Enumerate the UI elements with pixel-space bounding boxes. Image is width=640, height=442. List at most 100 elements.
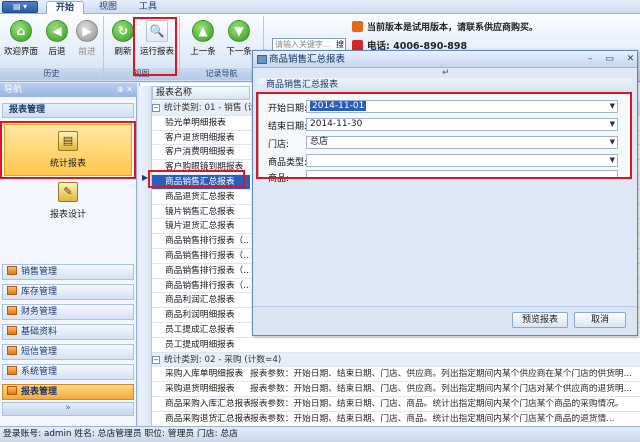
report-name-cell: 商品销售排行报表（...: [165, 280, 250, 291]
back-button[interactable]: ◀ 后退: [40, 20, 74, 64]
cancel-button[interactable]: 取消: [574, 312, 626, 328]
report-desc-cell: 报表参数：开始日期、结束日期、门店、商品。统计出指定期间内某个门店某个商品的退货…: [250, 413, 615, 424]
nav-more-button[interactable]: »: [2, 402, 134, 416]
dialog-window-controls[interactable]: – ▭ ✕: [588, 51, 639, 68]
folder-icon: [7, 366, 17, 375]
run-report-label: 运行报表: [139, 47, 174, 57]
dialog-title[interactable]: 商品销售汇总报表: [253, 51, 637, 68]
end-date-label: 结束日期:: [268, 122, 308, 132]
report-name-cell: 采购入库单明细报表: [165, 369, 244, 380]
welcome-label: 欢迎界面: [4, 47, 39, 57]
report-name-cell: 商品利润明细报表: [165, 310, 235, 321]
end-date-field[interactable]: 2014-11-30 ▼: [306, 118, 618, 131]
table-row[interactable]: 员工提成明细报表: [152, 338, 640, 353]
prev-record-button[interactable]: ▲ 上一条: [186, 20, 220, 64]
table-row[interactable]: 商品采购退货汇总报表报表参数：开始日期、结束日期、门店、商品。统计出指定期间内某…: [152, 412, 640, 427]
collapse-icon[interactable]: −: [152, 355, 160, 364]
product-type-label: 商品类型:: [268, 158, 308, 168]
nav-category-system[interactable]: 系统管理: [2, 364, 134, 380]
forward-arrow-icon: ▶: [76, 20, 98, 42]
dropdown-arrow-icon[interactable]: ▼: [610, 119, 615, 130]
tab-tools[interactable]: 工具: [130, 1, 166, 14]
dialog-panel-title: 商品销售汇总报表: [258, 78, 632, 93]
nav-pin-close-icon[interactable]: ⊕ ✕: [117, 83, 133, 97]
next-record-button[interactable]: ▼ 下一条: [222, 20, 256, 64]
down-arrow-icon: ▼: [228, 20, 250, 42]
dropdown-arrow-icon[interactable]: ▼: [610, 101, 615, 112]
group-title: 统计类别: 02 - 采购 (计数=4): [164, 354, 282, 365]
nav-category-basic-data[interactable]: 基础资料: [2, 324, 134, 340]
view-group-label: 视图: [104, 68, 179, 80]
table-row[interactable]: 采购退货明细报表 报表参数：开始日期、结束日期、门店、供应商。列出指定期间内某个门…: [152, 382, 640, 397]
refresh-icon: ↻: [112, 20, 134, 42]
tab-home[interactable]: 开始: [46, 1, 85, 14]
nav-category-label: 短信管理: [21, 347, 58, 357]
history-group-label: 历史: [0, 68, 103, 80]
table-row[interactable]: 采购入库单明细报表 报表参数：开始日期、结束日期、门店、供应商。列出指定期间内某个…: [152, 367, 640, 383]
report-name-cell: 商品销售排行报表（...: [165, 265, 250, 276]
back-arrow-icon: ◀: [46, 20, 68, 42]
report-desc-cell: 报表参数：开始日期、结束日期、门店、供应商。列出指定期间内某个供应商在某个门店的…: [250, 369, 632, 380]
clipboard-design-icon: ✎: [58, 182, 78, 202]
report-name-cell: 验光单明细报表: [165, 117, 226, 128]
report-name-cell: 商品销售排行报表（...: [165, 251, 250, 261]
report-name-cell: 客户消费明细报表: [165, 147, 235, 158]
nav-category-finance[interactable]: 财务管理: [2, 304, 134, 320]
return-icon: ↵: [442, 68, 450, 78]
group-row[interactable]: − 统计类别: 02 - 采购 (计数=4): [152, 352, 640, 368]
nav-category-inventory[interactable]: 库存管理: [2, 284, 134, 300]
nav-category-label: 财务管理: [21, 307, 58, 317]
prev-record-label: 上一条: [190, 47, 216, 57]
home-icon: ⌂: [10, 20, 32, 42]
notice-icon: [352, 21, 363, 32]
row-indicator-column: [139, 86, 152, 426]
notice-text: 当前版本是试用版本，请联系供应商购买。: [367, 23, 539, 33]
nav-category-sales[interactable]: 销售管理: [2, 264, 134, 280]
product-label: 商品:: [268, 174, 290, 184]
report-name-cell: 客户购眼镜到期报表: [165, 162, 244, 173]
nav-category-label: 库存管理: [21, 287, 58, 297]
preview-report-button[interactable]: 预览报表: [512, 312, 568, 328]
folder-icon: [7, 386, 17, 395]
product-type-field[interactable]: ▼: [306, 154, 618, 167]
report-desc-cell: 报表参数：开始日期、结束日期、门店、商品。统计出指定期间内某个门店某个商品的采购…: [250, 399, 624, 409]
collapse-icon[interactable]: −: [152, 104, 160, 112]
nav-category-reports[interactable]: 报表管理: [2, 384, 134, 400]
report-name-cell: 镜片退货汇总报表: [165, 221, 235, 232]
refresh-button[interactable]: ↻ 刷新: [106, 20, 140, 64]
forward-button[interactable]: ▶ 前进: [70, 20, 104, 64]
dialog-window-icon: [257, 55, 267, 64]
report-name-cell: 员工提成汇总报表: [165, 325, 235, 335]
store-label: 门店:: [268, 140, 290, 150]
welcome-button[interactable]: ⌂ 欢迎界面: [4, 20, 38, 64]
column-header-report-name[interactable]: 报表名称: [152, 86, 250, 100]
dropdown-arrow-icon[interactable]: ▼: [610, 137, 615, 148]
folder-icon: [7, 306, 17, 315]
start-date-value: 2014-11-01: [310, 101, 367, 111]
nav-section-title: 报表管理: [2, 103, 134, 118]
store-field[interactable]: 总店 ▼: [306, 136, 618, 149]
record-nav-group-label: 记录导航: [180, 68, 263, 80]
dropdown-arrow-icon[interactable]: ▼: [610, 155, 615, 166]
start-date-field[interactable]: 2014-11-01 ▼: [306, 100, 618, 113]
nav-category-label: 报表管理: [21, 387, 58, 397]
report-name-cell: 商品销售汇总报表: [152, 175, 250, 189]
table-row[interactable]: 商品采购入库汇总报表报表参数：开始日期、结束日期、门店、商品。统计出指定期间内某…: [152, 397, 640, 412]
report-name-cell: 客户退货明细报表: [165, 132, 235, 143]
nav-header: 导航 ⊕ ✕: [0, 83, 137, 97]
nav-tile-stats-report[interactable]: ▤ 统计报表: [4, 124, 132, 176]
report-name-cell: 商品采购退货汇总报表: [165, 413, 250, 424]
report-design-label: 报表设计: [49, 210, 86, 220]
store-value: 总店: [310, 137, 329, 147]
clipboard-icon: ▤: [58, 131, 78, 151]
run-report-button[interactable]: 🔍 运行报表: [138, 20, 176, 64]
nav-category-label: 基础资料: [21, 327, 58, 337]
end-date-value: 2014-11-30: [310, 119, 363, 129]
report-name-cell: 商品销售排行报表（...: [165, 236, 250, 247]
nav-category-sms[interactable]: 短信管理: [2, 344, 134, 360]
report-name-cell: 员工提成明细报表: [165, 339, 235, 350]
tab-view[interactable]: 视图: [90, 1, 126, 14]
product-field[interactable]: [306, 170, 618, 179]
app-menu-button[interactable]: ▤ ▾: [2, 1, 38, 13]
nav-tile-report-design[interactable]: ✎ 报表设计: [4, 176, 132, 228]
